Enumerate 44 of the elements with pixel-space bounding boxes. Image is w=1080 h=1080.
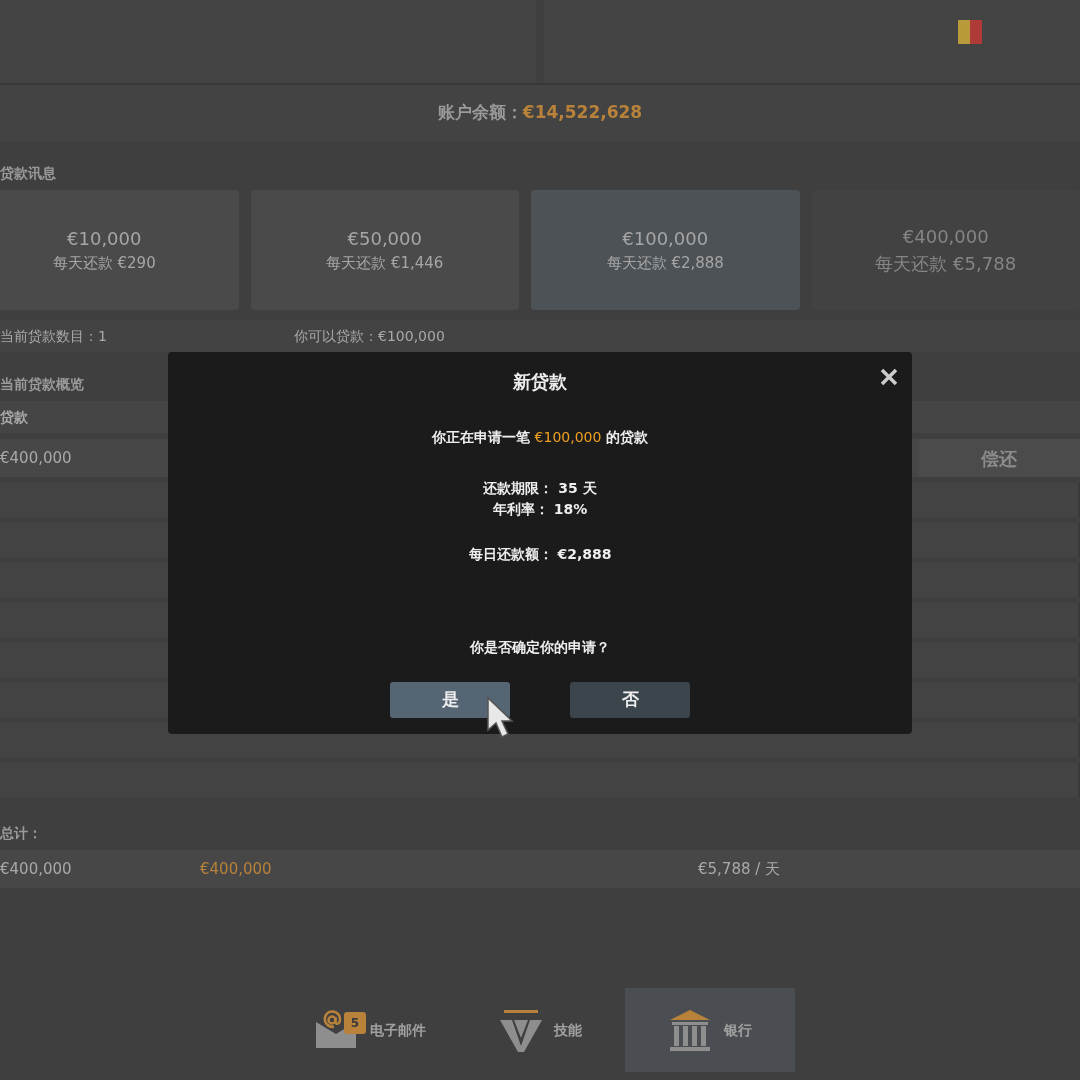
close-icon	[880, 367, 898, 386]
repay-button[interactable]: 偿还	[918, 439, 1080, 477]
table-cell-text: €400,000	[0, 447, 72, 469]
confirm-question: 你是否确定你的申请？	[470, 638, 610, 657]
daily-repayment: 每日还款额： €2,888	[468, 545, 612, 564]
loan-amount: €50,000	[347, 227, 422, 252]
nav-label: 电子邮件	[370, 1020, 426, 1040]
table-cell-text: €400,000	[200, 858, 273, 880]
nav-tab[interactable]: 5 电子邮件	[285, 988, 455, 1072]
table-cell-text: €400,000	[0, 858, 73, 880]
loan-option-card[interactable]: €10,000 每天还款 €290	[0, 190, 239, 310]
loan-amount: €10,000	[67, 227, 142, 252]
cursor-icon	[486, 696, 514, 740]
bank-icon	[668, 1008, 712, 1052]
loan-detail: 还款期限： 35 天	[483, 479, 597, 498]
dialog-button[interactable]: 是	[390, 682, 510, 718]
nav-tab[interactable]: 银行	[625, 988, 795, 1072]
loan-count: 当前贷款数目：1	[0, 326, 108, 346]
dialog-message: 你正在申请一笔 €100,000 的贷款	[431, 428, 649, 447]
loan-amount: €100,000	[622, 227, 709, 252]
table-cell-text: €5,788 / 天	[698, 858, 781, 880]
available-loan: 你可以贷款：€100,000	[294, 326, 445, 346]
count-badge: 5	[344, 1012, 366, 1034]
dialog-button[interactable]: 否	[570, 682, 690, 718]
section-title: 当前贷款概览	[0, 375, 84, 394]
dialog-title: 新贷款	[513, 370, 567, 394]
daily-payment: 每天还款 €2,888	[606, 253, 724, 275]
flag-icon	[958, 20, 982, 44]
nav-tab[interactable]: 技能	[455, 988, 625, 1072]
totals-label: 总计：	[0, 824, 42, 843]
loan-option-card[interactable]: €100,000 每天还款 €2,888	[531, 190, 800, 310]
nav-label: 技能	[554, 1020, 582, 1040]
loan-detail: 年利率： 18%	[492, 500, 588, 519]
daily-payment: 每天还款 €5,788	[875, 252, 1017, 276]
column-header: 贷款	[0, 407, 28, 427]
nav-label: 银行	[724, 1020, 752, 1040]
chevron-logo-icon	[498, 1008, 542, 1052]
balance-label: 账户余额：	[437, 101, 523, 125]
balance-amount: €14,522,628	[522, 101, 643, 125]
section-title: 贷款讯息	[0, 164, 56, 183]
loan-option-card[interactable]: €50,000 每天还款 €1,446	[250, 190, 519, 310]
daily-payment: 每天还款 €1,446	[326, 253, 444, 275]
daily-payment: 每天还款 €290	[52, 253, 156, 275]
loan-amount: €400,000	[902, 225, 989, 249]
